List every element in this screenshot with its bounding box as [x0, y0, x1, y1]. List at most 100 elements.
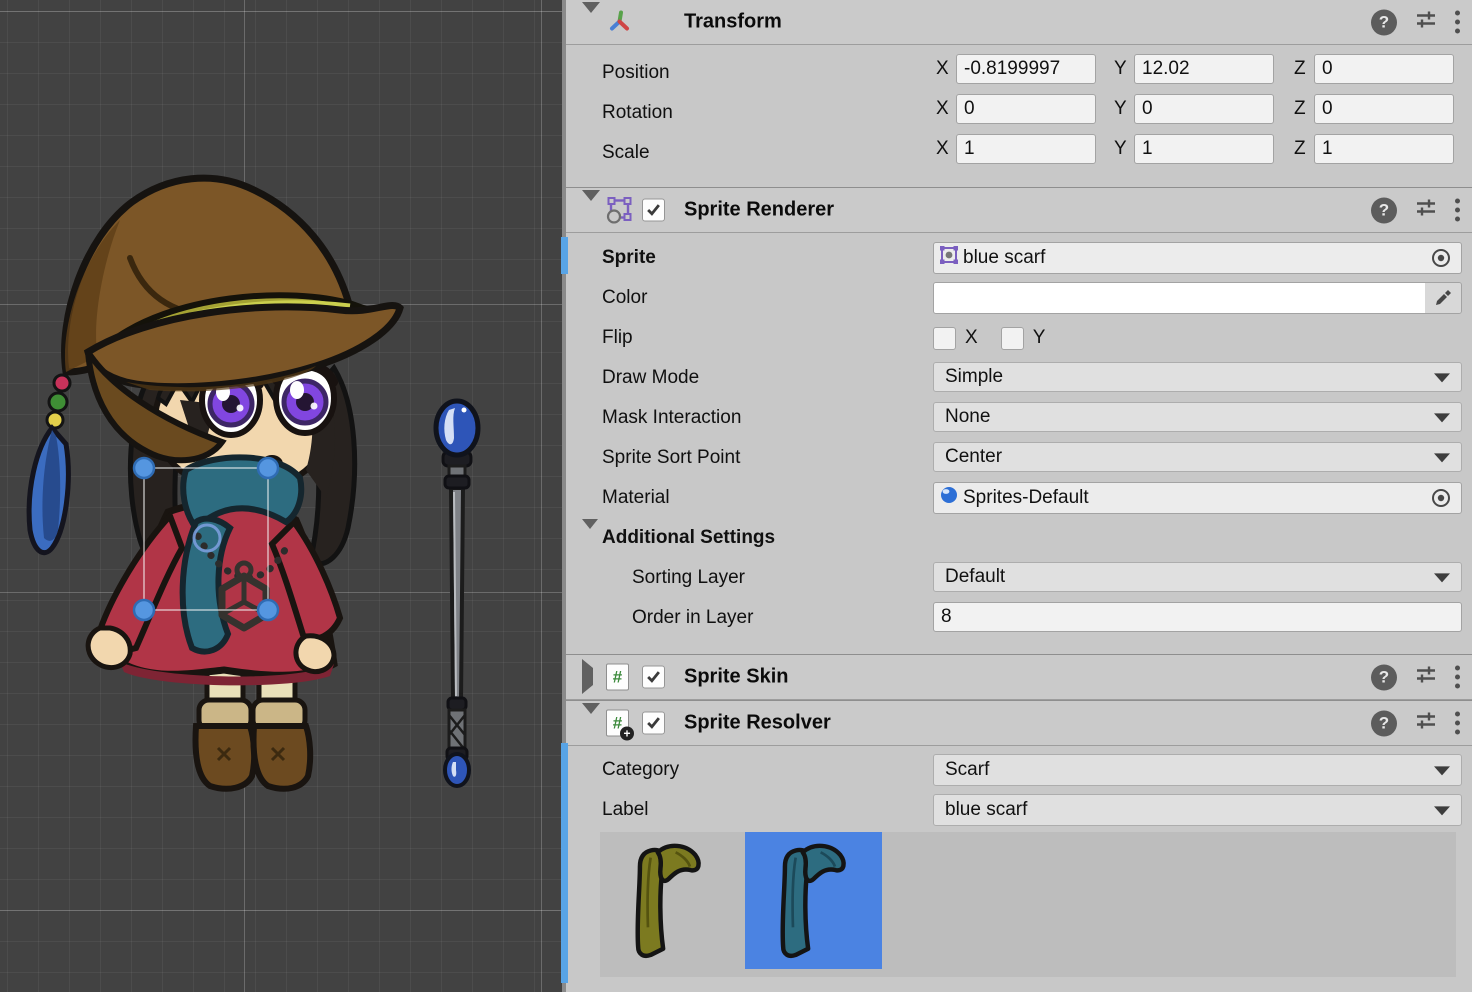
material-row: Material Sprites-Default — [566, 478, 1472, 518]
transform-icon — [606, 9, 633, 36]
draw-mode-row: Draw Mode Simple — [566, 358, 1472, 398]
script-icon: # — [606, 664, 629, 691]
selection-handle[interactable] — [134, 600, 154, 620]
foldout-arrow-icon[interactable] — [582, 13, 600, 31]
category-row: Category Scarf — [566, 750, 1472, 790]
kebab-menu-icon[interactable] — [1455, 199, 1460, 222]
sprite-sort-point-dropdown[interactable]: Center — [933, 442, 1462, 472]
additional-settings-row[interactable]: Additional Settings — [566, 518, 1472, 558]
presets-icon[interactable] — [1414, 8, 1438, 37]
kebab-menu-icon[interactable] — [1455, 712, 1460, 735]
rotation-x-input[interactable] — [956, 94, 1096, 124]
sprite-skin-header[interactable]: # Sprite Skin ? — [566, 654, 1472, 700]
position-z-input[interactable] — [1314, 54, 1454, 84]
component-enabled-checkbox[interactable] — [642, 666, 665, 689]
order-in-layer-label: Order in Layer — [632, 607, 753, 629]
axis-z-label: Z — [1294, 98, 1314, 120]
material-object-field[interactable]: Sprites-Default — [933, 482, 1462, 514]
category-label: Category — [602, 759, 679, 781]
help-icon[interactable]: ? — [1371, 197, 1397, 223]
sprite-resolver-body: Category Scarf Label blue scarf — [566, 746, 1472, 977]
label-label: Label — [602, 799, 649, 821]
mask-interaction-dropdown[interactable]: None — [933, 402, 1462, 432]
mask-interaction-row: Mask Interaction None — [566, 398, 1472, 438]
axis-z-label: Z — [1294, 58, 1314, 80]
unity-editor: Transform ? Position X Y Z Rotation X — [0, 0, 1472, 992]
color-field[interactable] — [933, 282, 1462, 314]
character-sprite[interactable] — [29, 178, 400, 789]
draw-mode-dropdown[interactable]: Simple — [933, 362, 1462, 392]
color-swatch[interactable] — [934, 283, 1425, 313]
sprite-row: Sprite blue scarf — [566, 238, 1472, 278]
dropdown-arrow-icon — [1434, 413, 1450, 422]
axis-y-label: Y — [1114, 138, 1134, 160]
label-row: Label blue scarf — [566, 790, 1472, 830]
position-row: Position X Y Z — [566, 53, 1472, 93]
component-title: Transform — [684, 11, 782, 34]
category-dropdown[interactable]: Scarf — [933, 754, 1462, 786]
scale-y-input[interactable] — [1134, 134, 1274, 164]
plus-badge-icon: + — [620, 727, 634, 741]
sprite-sort-point-value: Center — [945, 446, 1002, 468]
sorting-layer-dropdown[interactable]: Default — [933, 562, 1462, 592]
flip-y-checkbox[interactable] — [1001, 327, 1024, 350]
scene-view[interactable] — [0, 0, 562, 992]
scale-x-input[interactable] — [956, 134, 1096, 164]
rotation-z-input[interactable] — [1314, 94, 1454, 124]
foldout-arrow-icon[interactable] — [582, 668, 593, 686]
sprite-sort-point-row: Sprite Sort Point Center — [566, 438, 1472, 478]
selection-handle[interactable] — [134, 458, 154, 478]
sprite-thumbnail-blue-scarf-selected[interactable] — [745, 832, 882, 969]
order-in-layer-row: Order in Layer — [566, 598, 1472, 638]
component-title: Sprite Skin — [684, 666, 788, 689]
position-y-input[interactable] — [1134, 54, 1274, 84]
axis-y-label: Y — [1114, 58, 1134, 80]
rotation-label: Rotation — [602, 102, 673, 124]
rotation-y-input[interactable] — [1134, 94, 1274, 124]
label-dropdown[interactable]: blue scarf — [933, 794, 1462, 826]
sorting-layer-label: Sorting Layer — [632, 567, 745, 589]
foldout-arrow-icon[interactable] — [582, 529, 598, 547]
foldout-arrow-icon[interactable] — [582, 201, 600, 219]
flip-label: Flip — [602, 327, 633, 349]
dropdown-arrow-icon — [1434, 453, 1450, 462]
object-picker-icon[interactable] — [1426, 483, 1456, 513]
flip-x-checkbox[interactable] — [933, 327, 956, 350]
flip-y-label: Y — [1033, 327, 1046, 349]
sprite-renderer-icon — [606, 197, 633, 224]
transform-header[interactable]: Transform ? — [566, 0, 1472, 45]
material-label: Material — [602, 487, 670, 509]
presets-icon[interactable] — [1414, 663, 1438, 692]
scale-z-input[interactable] — [1314, 134, 1454, 164]
sprite-renderer-header[interactable]: Sprite Renderer ? — [566, 187, 1472, 233]
staff-sprite[interactable] — [436, 401, 478, 786]
dropdown-arrow-icon — [1434, 766, 1450, 775]
position-x-input[interactable] — [956, 54, 1096, 84]
sprite-resolver-header[interactable]: # + Sprite Resolver ? — [566, 700, 1472, 746]
sprite-asset-icon — [939, 245, 959, 271]
help-icon[interactable]: ? — [1371, 710, 1397, 736]
presets-icon[interactable] — [1414, 196, 1438, 225]
component-enabled-checkbox[interactable] — [642, 199, 665, 222]
order-in-layer-input[interactable] — [933, 602, 1462, 632]
kebab-menu-icon[interactable] — [1455, 11, 1460, 34]
component-enabled-checkbox[interactable] — [642, 712, 665, 735]
rotation-row: Rotation X Y Z — [566, 93, 1472, 133]
sprite-variant-strip — [600, 832, 1456, 977]
dropdown-arrow-icon — [1434, 373, 1450, 382]
help-icon[interactable]: ? — [1371, 664, 1397, 690]
presets-icon[interactable] — [1414, 709, 1438, 738]
selection-handle[interactable] — [258, 458, 278, 478]
help-icon[interactable]: ? — [1371, 9, 1397, 35]
scene-canvas — [0, 0, 562, 992]
selection-handle[interactable] — [258, 600, 278, 620]
dropdown-arrow-icon — [1434, 806, 1450, 815]
sprite-object-field[interactable]: blue scarf — [933, 242, 1462, 274]
eyedropper-icon[interactable] — [1425, 283, 1461, 313]
object-picker-icon[interactable] — [1426, 243, 1456, 273]
sprite-thumbnail-green-scarf[interactable] — [600, 832, 737, 969]
foldout-arrow-icon[interactable] — [582, 714, 600, 732]
material-object-value: Sprites-Default — [963, 487, 1089, 509]
axis-x-label: X — [936, 138, 956, 160]
kebab-menu-icon[interactable] — [1455, 666, 1460, 689]
